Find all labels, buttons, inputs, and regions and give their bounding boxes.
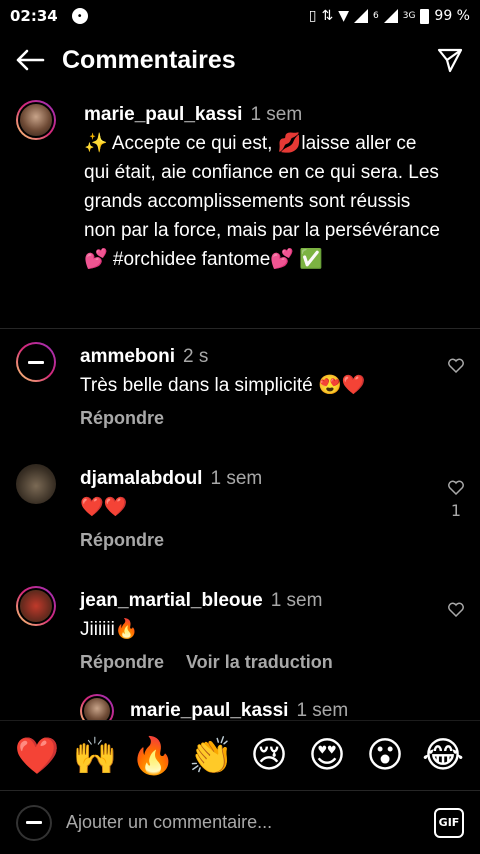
emoji-laugh-button[interactable]: 😂 bbox=[417, 730, 469, 782]
wifi-icon: ▼ bbox=[338, 8, 349, 24]
reply-button[interactable]: Répondre bbox=[80, 404, 164, 433]
comment-text: Jiiiiii🔥 bbox=[80, 619, 139, 640]
avatar[interactable] bbox=[16, 342, 56, 382]
comment-item: djamalabdoul 1 sem ❤️❤️ Répondre 1 bbox=[0, 464, 480, 555]
comment-time: 2 s bbox=[183, 346, 209, 367]
comment-input[interactable]: Ajouter un commentaire... bbox=[66, 812, 434, 833]
comment-item: jean_martial_bleoue 1 sem Jiiiiii🔥 Répond… bbox=[0, 586, 480, 677]
reply-button[interactable]: Répondre bbox=[80, 648, 164, 677]
heart-outline-icon[interactable] bbox=[448, 358, 464, 373]
caption-body: ✨ Accepte ce qui est, 💋laisse aller ce q… bbox=[84, 133, 440, 270]
caption-time: 1 sem bbox=[250, 104, 303, 125]
comment-username[interactable]: jean_martial_bleoue bbox=[80, 590, 263, 611]
emoji-raised-hands-button[interactable]: 🙌 bbox=[69, 730, 121, 782]
header: Commentaires bbox=[0, 32, 480, 88]
gif-button[interactable]: GIF bbox=[434, 807, 464, 838]
emoji-heart-eyes-button[interactable]: 😍 bbox=[301, 730, 353, 782]
data-arrows-icon: ⇅ bbox=[321, 8, 334, 24]
vibrate-icon: ▯ bbox=[308, 8, 317, 24]
translate-button[interactable]: Voir la traduction bbox=[186, 648, 333, 677]
heart-outline-icon[interactable] bbox=[448, 602, 464, 617]
comment-input-bar: Ajouter un commentaire... GIF bbox=[0, 790, 480, 854]
post-caption: marie_paul_kassi 1 sem ✨ Accepte ce qui e… bbox=[0, 100, 480, 274]
caption-username[interactable]: marie_paul_kassi bbox=[84, 104, 242, 125]
back-button[interactable] bbox=[0, 32, 60, 88]
comment-item: ammeboni 2 s Très belle dans la simplicit… bbox=[0, 342, 480, 433]
signal-icon bbox=[353, 9, 368, 23]
divider bbox=[0, 328, 480, 329]
avatar[interactable] bbox=[16, 464, 56, 504]
signal-icon-2 bbox=[383, 9, 398, 23]
network-type-2: 3G bbox=[402, 11, 416, 21]
notification-icon: • bbox=[71, 8, 88, 24]
arrow-left-icon bbox=[16, 49, 45, 71]
page-title: Commentaires bbox=[62, 45, 236, 74]
emoji-clap-button[interactable]: 👏 bbox=[185, 730, 237, 782]
reply-time: 1 sem bbox=[296, 700, 349, 721]
emoji-heart-button[interactable]: ❤️ bbox=[11, 730, 63, 782]
comment-text: Très belle dans la simplicité 😍❤️ bbox=[80, 375, 366, 396]
comment-time: 1 sem bbox=[270, 590, 323, 611]
comment-username[interactable]: ammeboni bbox=[80, 346, 175, 367]
battery-level: 99 % bbox=[434, 8, 470, 24]
paper-plane-icon bbox=[437, 48, 463, 73]
share-button[interactable] bbox=[420, 32, 480, 88]
comment-username[interactable]: djamalabdoul bbox=[80, 468, 202, 489]
avatar bbox=[16, 804, 52, 841]
emoji-bar: ❤️ 🙌 🔥 👏 😢 😍 😮 😂 bbox=[0, 720, 480, 790]
reply-username[interactable]: marie_paul_kassi bbox=[130, 700, 288, 721]
caption-text: marie_paul_kassi 1 sem ✨ Accepte ce qui e… bbox=[84, 100, 444, 274]
avatar[interactable] bbox=[16, 586, 56, 626]
avatar[interactable] bbox=[16, 100, 56, 140]
comment-time: 1 sem bbox=[210, 468, 263, 489]
reply-button[interactable]: Répondre bbox=[80, 526, 164, 555]
status-time: 02:34 bbox=[10, 7, 58, 25]
status-bar: 02:34 • ▯ ⇅ ▼ 6 3G 99 % bbox=[0, 0, 480, 32]
emoji-cry-button[interactable]: 😢 bbox=[243, 730, 295, 782]
emoji-surprised-button[interactable]: 😮 bbox=[359, 730, 411, 782]
battery-icon bbox=[420, 8, 430, 24]
heart-outline-icon[interactable] bbox=[448, 480, 464, 495]
emoji-fire-button[interactable]: 🔥 bbox=[127, 730, 179, 782]
comment-text: ❤️❤️ bbox=[80, 497, 128, 518]
like-count: 1 bbox=[450, 501, 462, 520]
network-type: 6 bbox=[372, 11, 379, 21]
